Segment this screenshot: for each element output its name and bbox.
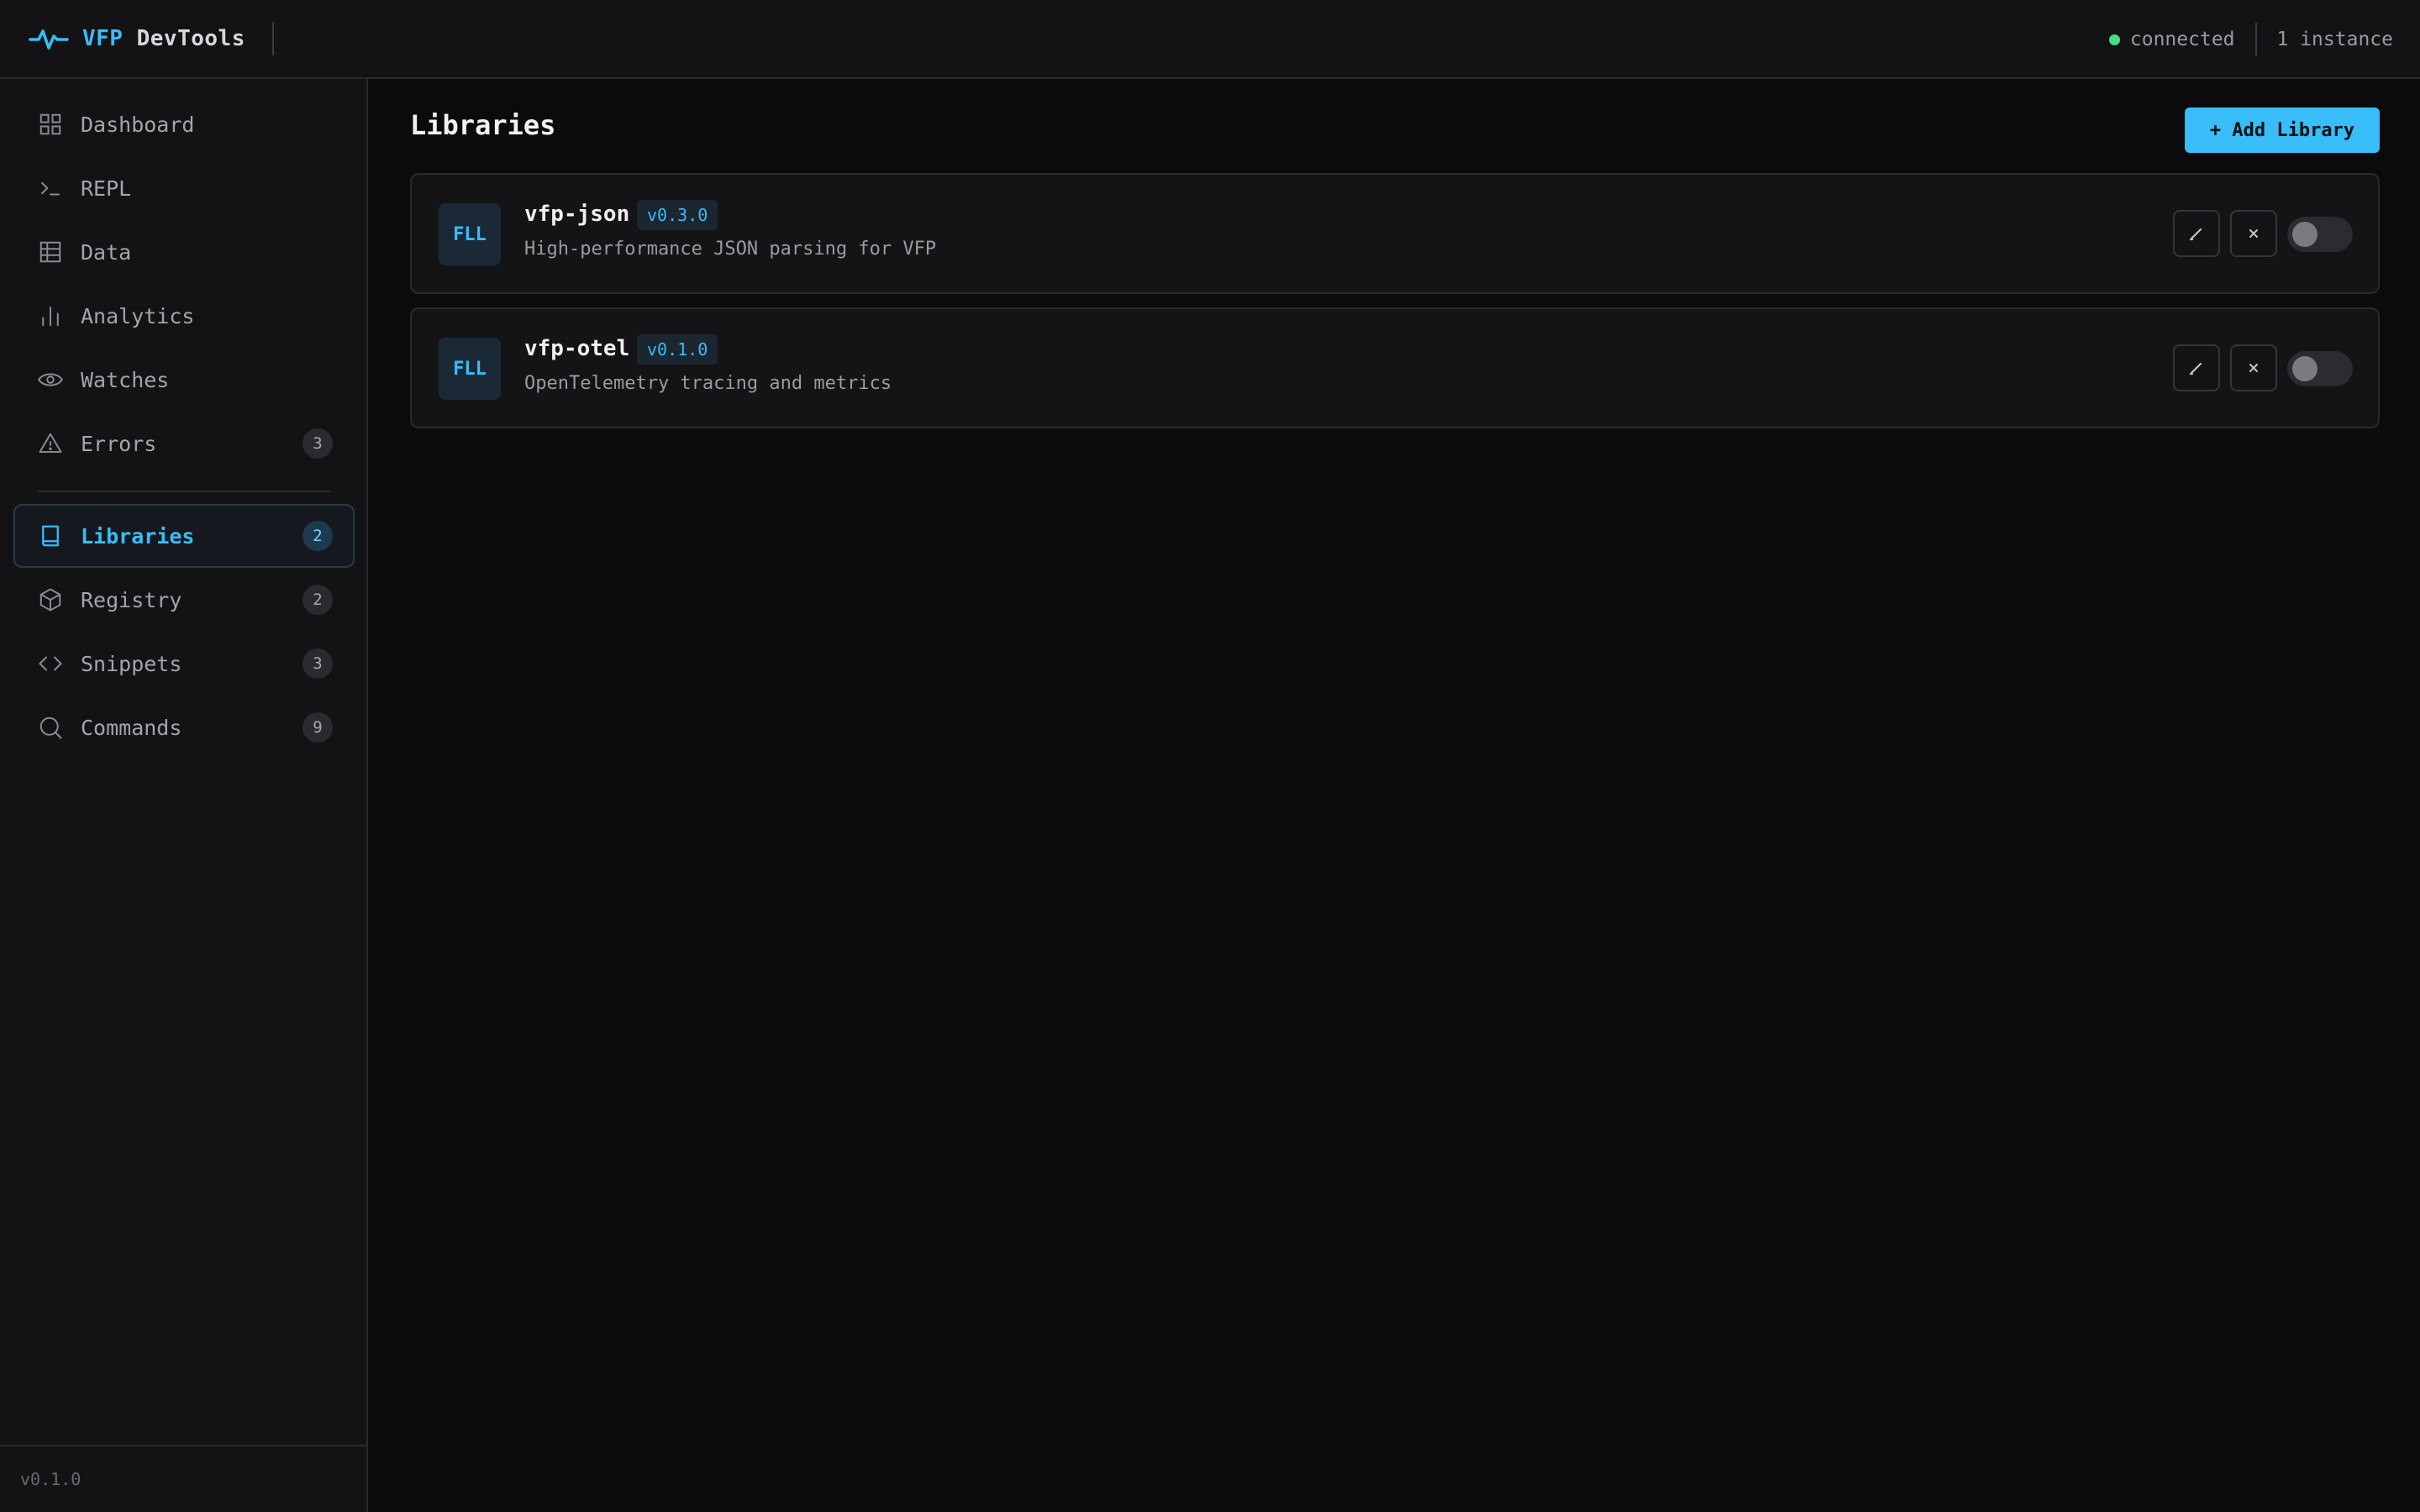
brand-name: DevTools [136,26,245,51]
sidebar-item-label: Analytics [81,303,195,328]
library-name: vfp-otel [524,336,630,361]
warning-icon [37,430,64,457]
library-name: vfp-json [524,202,630,227]
library-card: FLL vfp-json v0.3.0 High-performance JSO… [410,173,2380,294]
library-type-badge: FLL [439,338,501,400]
close-icon [2249,364,2258,372]
library-version: v0.1.0 [637,334,718,365]
sidebar-item-dashboard[interactable]: Dashboard [13,92,355,156]
sidebar-item-analytics[interactable]: Analytics [13,284,355,348]
page-title: Libraries [410,109,556,141]
library-enable-toggle[interactable] [2287,351,2353,386]
library-card: FLL vfp-otel v0.1.0 OpenTelemetry tracin… [410,307,2380,428]
count-badge: 2 [302,585,333,615]
sidebar-item-libraries[interactable]: Libraries 2 [13,504,355,568]
search-icon [37,714,64,741]
sidebar-item-label: REPL [81,176,132,201]
sidebar-item-label: Libraries [81,523,195,549]
sidebar-divider [37,491,331,492]
count-badge: 3 [302,428,333,459]
instance-count[interactable]: 1 instance [2277,29,2393,50]
sidebar-item-errors[interactable]: Errors 3 [13,412,355,475]
top-bar: VFP DevTools connected 1 instance [0,0,2420,79]
brand[interactable]: VFP DevTools [0,0,245,77]
sidebar-item-label: Errors [81,431,157,456]
library-version: v0.3.0 [637,200,718,230]
main-content: Libraries + Add Library FLL vfp-json v0.… [370,79,2420,1512]
header-divider [271,22,274,55]
count-badge: 3 [302,648,333,679]
library-type-badge: FLL [439,203,501,265]
count-badge: 9 [302,712,333,743]
brand-accent: VFP [82,26,124,51]
sidebar-item-repl[interactable]: REPL [13,156,355,220]
library-enable-toggle[interactable] [2287,217,2353,252]
edit-library-button[interactable] [2173,210,2220,257]
grid-icon [37,111,64,138]
app-version: v0.1.0 [0,1445,366,1512]
add-library-button[interactable]: + Add Library [2185,108,2380,153]
book-icon [37,522,64,549]
code-icon [37,650,64,677]
table-icon [37,239,64,265]
sidebar-item-label: Registry [81,587,182,612]
sidebar-item-label: Watches [81,367,170,392]
count-badge: 2 [302,521,333,551]
close-icon [2249,229,2258,238]
sidebar: Dashboard REPL Data Analytics Watches Er… [0,79,368,1512]
library-description: OpenTelemetry tracing and metrics [524,373,892,394]
remove-library-button[interactable] [2230,344,2277,391]
pencil-icon [2189,362,2202,375]
sidebar-item-label: Snippets [81,651,182,676]
status-dot-icon [2108,34,2120,45]
eye-icon [37,366,64,393]
terminal-icon [37,175,64,202]
sidebar-item-data[interactable]: Data [13,220,355,284]
app-title: VFP DevTools [82,26,245,51]
connection-info: connected 1 instance [2108,0,2393,79]
header-right-divider [2254,23,2257,56]
sidebar-item-label: Commands [81,715,182,740]
pencil-icon [2189,228,2202,241]
toggle-knob [2292,356,2317,381]
sidebar-item-watches[interactable]: Watches [13,348,355,412]
sidebar-item-commands[interactable]: Commands 9 [13,696,355,759]
sidebar-item-label: Dashboard [81,112,195,137]
connection-status: connected [2129,29,2235,50]
edit-library-button[interactable] [2173,344,2220,391]
bar-chart-icon [37,302,64,329]
sidebar-item-snippets[interactable]: Snippets 3 [13,632,355,696]
package-icon [37,586,64,613]
library-description: High-performance JSON parsing for VFP [524,239,937,260]
pulse-icon [29,29,69,50]
toggle-knob [2292,222,2317,247]
sidebar-item-label: Data [81,239,132,265]
sidebar-item-registry[interactable]: Registry 2 [13,568,355,632]
remove-library-button[interactable] [2230,210,2277,257]
